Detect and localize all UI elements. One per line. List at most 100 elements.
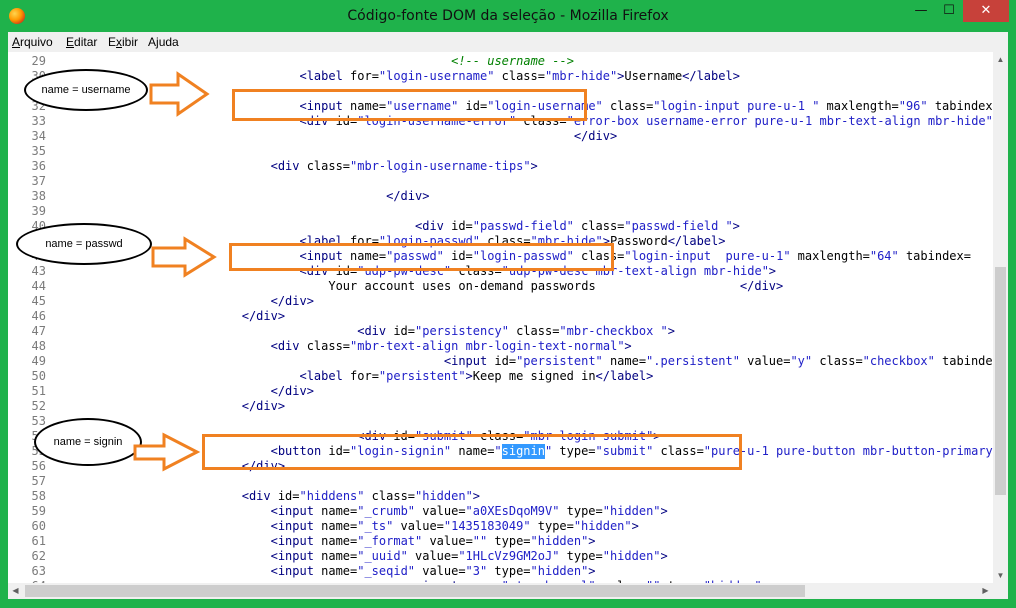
code-token: "login-input pure-u-1"	[624, 249, 791, 263]
code-token: type=	[487, 534, 531, 548]
code-token: <div	[357, 324, 394, 338]
code-token: name=	[321, 534, 358, 548]
title-bar[interactable]: Código-fonte DOM da seleção - Mozilla Fi…	[0, 0, 1016, 32]
code-token: name=	[321, 549, 358, 563]
code-token: <label	[299, 69, 351, 83]
code-token: value=	[422, 534, 473, 548]
code-token: Username	[624, 69, 683, 83]
horizontal-scrollbar[interactable]: ◀ ▶	[8, 583, 993, 599]
code-line: 44 Your account uses on-demand passwords …	[8, 279, 993, 294]
code-token: "checkbox"	[862, 354, 935, 368]
menu-ajuda[interactable]: Ajuda	[148, 35, 179, 49]
maximize-button[interactable]: ☐	[935, 0, 963, 22]
line-number: 29	[31, 54, 46, 68]
code-token: "hidden"	[530, 564, 589, 578]
code-line: 34 </div>	[8, 129, 993, 144]
code-token: "mbr-login-username-tips"	[350, 159, 531, 173]
code-token: "1HLcVz9GM2oJ"	[458, 549, 560, 563]
close-button[interactable]: ✕	[963, 0, 1009, 22]
code-token: <input	[270, 534, 322, 548]
code-token: "_crumb"	[357, 504, 416, 518]
code-token: type=	[559, 504, 603, 518]
code-token: <input	[270, 519, 322, 533]
code-line: 51 </div>	[8, 384, 993, 399]
horizontal-scroll-thumb[interactable]	[25, 585, 805, 597]
code-token: <input	[270, 504, 322, 518]
code-token: "persistency"	[415, 324, 509, 338]
code-line: 50 <label for= "persistent" > Keep me signed…	[8, 369, 993, 384]
code-token: </div>	[573, 129, 618, 143]
annotation-ellipse-signin: name = signin	[34, 418, 142, 466]
scroll-right-arrow-icon[interactable]: ▶	[978, 583, 993, 599]
code-token: "1435183049"	[443, 519, 531, 533]
code-token: ".persistent"	[646, 354, 740, 368]
code-token: "a0XEsDqoM9V"	[465, 504, 560, 518]
code-token: <input	[443, 354, 495, 368]
scroll-down-arrow-icon[interactable]: ▼	[993, 568, 1008, 583]
highlight-box-username	[232, 89, 587, 121]
line-number: 47	[31, 324, 46, 338]
code-line: 49 <input id= "persistent" name= ".persiste…	[8, 354, 993, 369]
code-token: "persistent"	[516, 354, 603, 368]
line-number: 50	[31, 369, 46, 383]
code-line: 38 </div>	[8, 189, 993, 204]
window-title: Código-fonte DOM da seleção - Mozilla Fi…	[347, 8, 669, 24]
line-number: 52	[31, 399, 46, 413]
code-token: </div>	[386, 189, 430, 203]
code-token: <div	[270, 159, 307, 173]
code-token: value=	[415, 504, 466, 518]
code-token: "persistent"	[378, 369, 466, 383]
code-line: 40 <div id= "passwd-field" class= "passwd-f…	[8, 219, 993, 234]
code-token: "login-username"	[378, 69, 495, 83]
code-token: type=	[487, 564, 531, 578]
code-token: >	[617, 69, 625, 83]
annotation-arrow-username	[149, 71, 210, 117]
vertical-scroll-thumb[interactable]	[995, 267, 1006, 495]
annotation-ellipse-passwd: name = passwd	[16, 223, 152, 265]
code-token: "passwd-field"	[472, 219, 574, 233]
code-token: tabindex=	[898, 249, 971, 263]
annotation-label-username: name = username	[41, 84, 131, 96]
code-token: class=	[812, 354, 863, 368]
code-token: name=	[321, 504, 358, 518]
annotation-label-passwd: name = passwd	[45, 238, 123, 250]
scroll-up-arrow-icon[interactable]: ▲	[993, 52, 1008, 67]
line-number: 39	[31, 204, 46, 218]
code-token: name=	[602, 354, 647, 368]
code-token: value=	[739, 354, 791, 368]
line-number: 38	[31, 189, 46, 203]
code-token: class=	[306, 159, 351, 173]
code-line: 46 </div>	[8, 309, 993, 324]
code-token: id=	[451, 219, 473, 233]
code-token: "login-input pure-u-1 "	[653, 99, 820, 113]
code-token: >	[660, 549, 668, 563]
code-token: "hidden"	[602, 504, 661, 518]
highlight-box-signin	[202, 434, 742, 470]
line-number: 49	[31, 354, 46, 368]
code-token: "_seqid"	[357, 564, 416, 578]
code-token: class=	[306, 339, 351, 353]
code-token: class=	[364, 489, 416, 503]
source-code-view[interactable]: 29<!-- username -->30<label for="login-u…	[8, 52, 993, 599]
code-line: 39	[8, 204, 993, 219]
code-token: "mbr-hide"	[544, 69, 618, 83]
line-number: 61	[31, 534, 46, 548]
code-token: "hidden"	[602, 549, 661, 563]
vertical-scrollbar[interactable]: ▲ ▼	[993, 52, 1008, 583]
menu-editar[interactable]: Editar	[66, 35, 97, 49]
code-token: >	[624, 339, 632, 353]
scroll-left-arrow-icon[interactable]: ◀	[8, 583, 23, 599]
line-number: 62	[31, 549, 46, 563]
menu-arquivo[interactable]: Arquivo	[12, 35, 53, 49]
code-token: id=	[277, 489, 300, 503]
code-line: 37	[8, 174, 993, 189]
code-line: 29 <!-- username -->	[8, 54, 993, 69]
code-token: <div	[241, 489, 278, 503]
code-token: </div>	[241, 399, 286, 413]
menu-exibir[interactable]: Exibir	[108, 35, 138, 49]
code-token: "_format"	[357, 534, 423, 548]
code-token: "96"	[898, 99, 928, 113]
minimize-button[interactable]: —	[907, 0, 935, 22]
code-token: </label>	[595, 369, 654, 383]
code-token: >	[472, 489, 480, 503]
